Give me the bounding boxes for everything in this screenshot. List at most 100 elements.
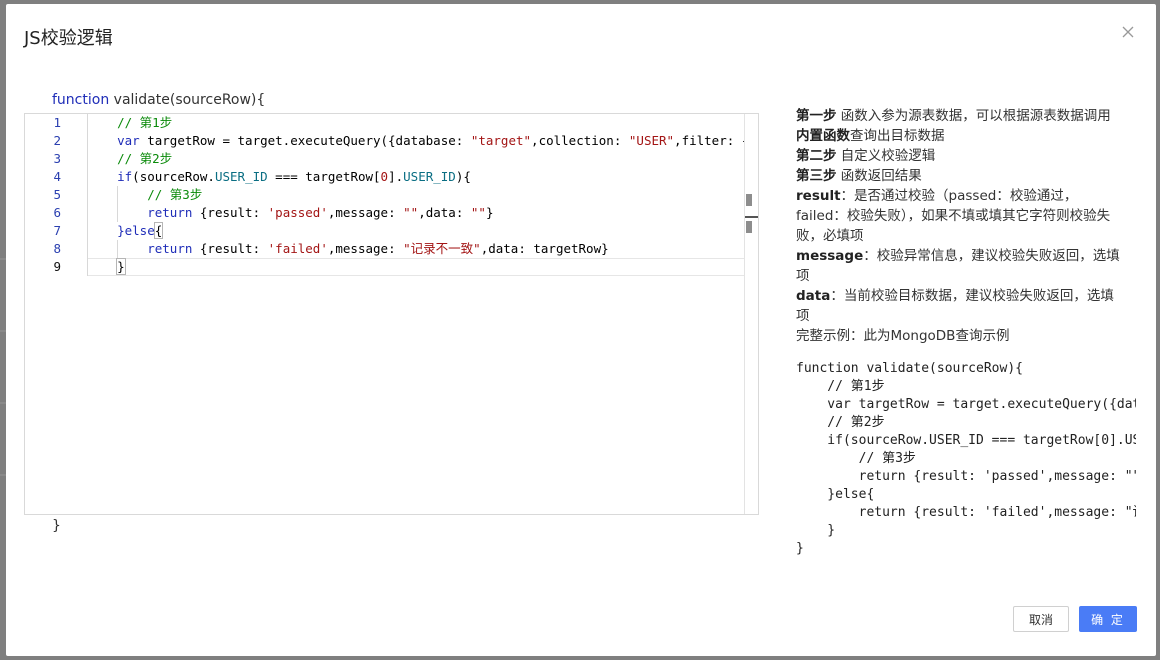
dialog-title: JS校验逻辑 — [24, 28, 113, 49]
code-token: ,data: — [418, 205, 471, 220]
code-line: }else{ — [87, 222, 164, 240]
code-token: "记录不一致" — [403, 241, 481, 256]
code-token: ,collection: — [531, 133, 629, 148]
help-result: result：是否通过校验（passed：校验通过，failed：校验失败），如… — [796, 186, 1126, 246]
code-editor[interactable]: 1 2 3 4 5 6 7 8 9 // 第1步 var targetRow = target.… — [24, 113, 759, 515]
code-line: // 第3步 — [87, 186, 202, 204]
help-step1-cont: 内置函数查询出目标数据 — [796, 126, 1126, 146]
example-code-line: return {result: 'passed',message: "",dat… — [858, 469, 1136, 484]
code-token: "USER" — [628, 133, 675, 148]
code-token: ){ — [455, 169, 471, 184]
line-number-gutter: 1 2 3 4 5 6 7 8 9 — [25, 114, 87, 514]
step3-text: 函数返回结果 — [836, 168, 922, 184]
current-line-highlight — [87, 258, 744, 276]
example-code-line: } — [796, 523, 836, 538]
cursor-position-marker — [745, 216, 758, 218]
example-code-line: var targetRow = target.executeQuery({dat… — [827, 397, 1136, 412]
example-code-line: }else{ — [796, 487, 875, 502]
code-token: USER_ID — [403, 169, 456, 184]
close-icon — [1122, 26, 1134, 38]
function-name: validate(sourceRow){ — [109, 92, 266, 108]
code-token: ]. — [388, 169, 404, 184]
code-token: { — [153, 222, 164, 239]
confirm-button[interactable]: 确 定 — [1079, 606, 1137, 632]
code-token: ,data: targetRow} — [480, 241, 609, 256]
line-number: 1 — [53, 115, 61, 130]
code-line: } — [87, 258, 126, 276]
code-token: // 第2步 — [117, 151, 173, 166]
line-number: 6 — [53, 205, 61, 220]
code-token: if — [117, 169, 133, 184]
code-token: var — [117, 133, 140, 148]
code-token: {result: — [192, 241, 268, 256]
step3-label: 第三步 — [796, 168, 837, 184]
indent-guide — [117, 240, 118, 258]
code-token: "" — [403, 205, 419, 220]
example-code-line: // 第2步 — [796, 415, 885, 430]
builtin-function-label: 内置函数 — [796, 128, 850, 144]
code-line: if(sourceRow.USER_ID === targetRow[0].US… — [87, 168, 471, 186]
code-token: "" — [470, 205, 486, 220]
example-code-line: function validate(sourceRow){ — [796, 361, 1023, 376]
vertical-scrollbar[interactable] — [744, 114, 758, 514]
example-title: 完整示例：此为MongoDB查询示例 — [796, 328, 1010, 344]
code-line: // 第2步 — [87, 150, 172, 168]
code-token: ,message: — [327, 241, 404, 256]
js-validation-dialog: JS校验逻辑 function validate(sourceRow){ 1 2 3… — [6, 4, 1156, 656]
help-step1: 第一步 函数入参为源表数据，可以根据源表数据调用 — [796, 106, 1126, 126]
code-token: } — [485, 205, 494, 220]
indent-guide — [87, 114, 88, 276]
code-token: return — [147, 205, 193, 220]
function-signature: function validate(sourceRow){ — [52, 92, 265, 108]
code-token: USER_ID — [214, 169, 268, 184]
function-closing-brace: } — [52, 518, 61, 534]
data-label: data — [796, 288, 831, 304]
line-number: 3 — [53, 151, 61, 166]
line-number: 9 — [53, 259, 61, 274]
code-token: === targetRow[ — [267, 169, 381, 184]
example-code-line: // 第3步 — [796, 451, 916, 466]
line-number: 2 — [53, 133, 61, 148]
example-code-block: function validate(sourceRow){ // 第1步 var… — [796, 360, 1136, 556]
scroll-marker — [746, 194, 752, 206]
help-data: data：当前校验目标数据，建议校验失败返回，选填项 — [796, 286, 1126, 326]
code-token: (sourceRow. — [132, 169, 215, 184]
code-token: targetRow = target.executeQuery({databas… — [139, 133, 471, 148]
example-code-line: return {result: 'failed',message: "记录不一致… — [858, 505, 1136, 520]
code-token: 0 — [380, 169, 389, 184]
example-code-line: } — [796, 541, 804, 556]
code-area[interactable]: // 第1步 var targetRow = target.executeQue… — [87, 114, 758, 514]
function-keyword: function — [52, 92, 110, 108]
code-token: {result: — [192, 205, 268, 220]
step1-text-cont: 查询出目标数据 — [850, 128, 945, 144]
code-line: // 第1步 — [87, 114, 172, 132]
help-panel: 第一步 函数入参为源表数据，可以根据源表数据调用 内置函数查询出目标数据 第二步… — [796, 106, 1126, 346]
line-number: 7 — [53, 223, 61, 238]
code-token: 'failed' — [267, 241, 328, 256]
code-token: // 第1步 — [117, 115, 173, 130]
example-code-line: // 第1步 — [796, 379, 885, 394]
data-text: ：当前校验目标数据，建议校验失败返回，选填项 — [796, 288, 1114, 324]
help-message: message：校验异常信息，建议校验失败返回，选填项 — [796, 246, 1126, 286]
code-token: } — [116, 258, 126, 275]
step1-text: 函数入参为源表数据，可以根据源表数据调用 — [836, 108, 1111, 124]
code-token: }else — [117, 223, 155, 238]
step1-label: 第一步 — [796, 108, 837, 124]
line-number: 4 — [53, 169, 61, 184]
step2-text: 自定义校验逻辑 — [836, 148, 936, 164]
message-label: message — [796, 248, 864, 264]
line-number: 8 — [53, 241, 61, 256]
cancel-button[interactable]: 取消 — [1013, 606, 1069, 632]
close-button[interactable] — [1116, 20, 1140, 44]
code-line: return {result: 'passed',message: "",dat… — [87, 204, 493, 222]
help-step3: 第三步 函数返回结果 — [796, 166, 1126, 186]
code-token: ,message: — [327, 205, 404, 220]
result-text: ：是否通过校验（passed：校验通过，failed：校验失败），如果不填或填其… — [796, 188, 1111, 244]
code-token: 'passed' — [267, 205, 328, 220]
